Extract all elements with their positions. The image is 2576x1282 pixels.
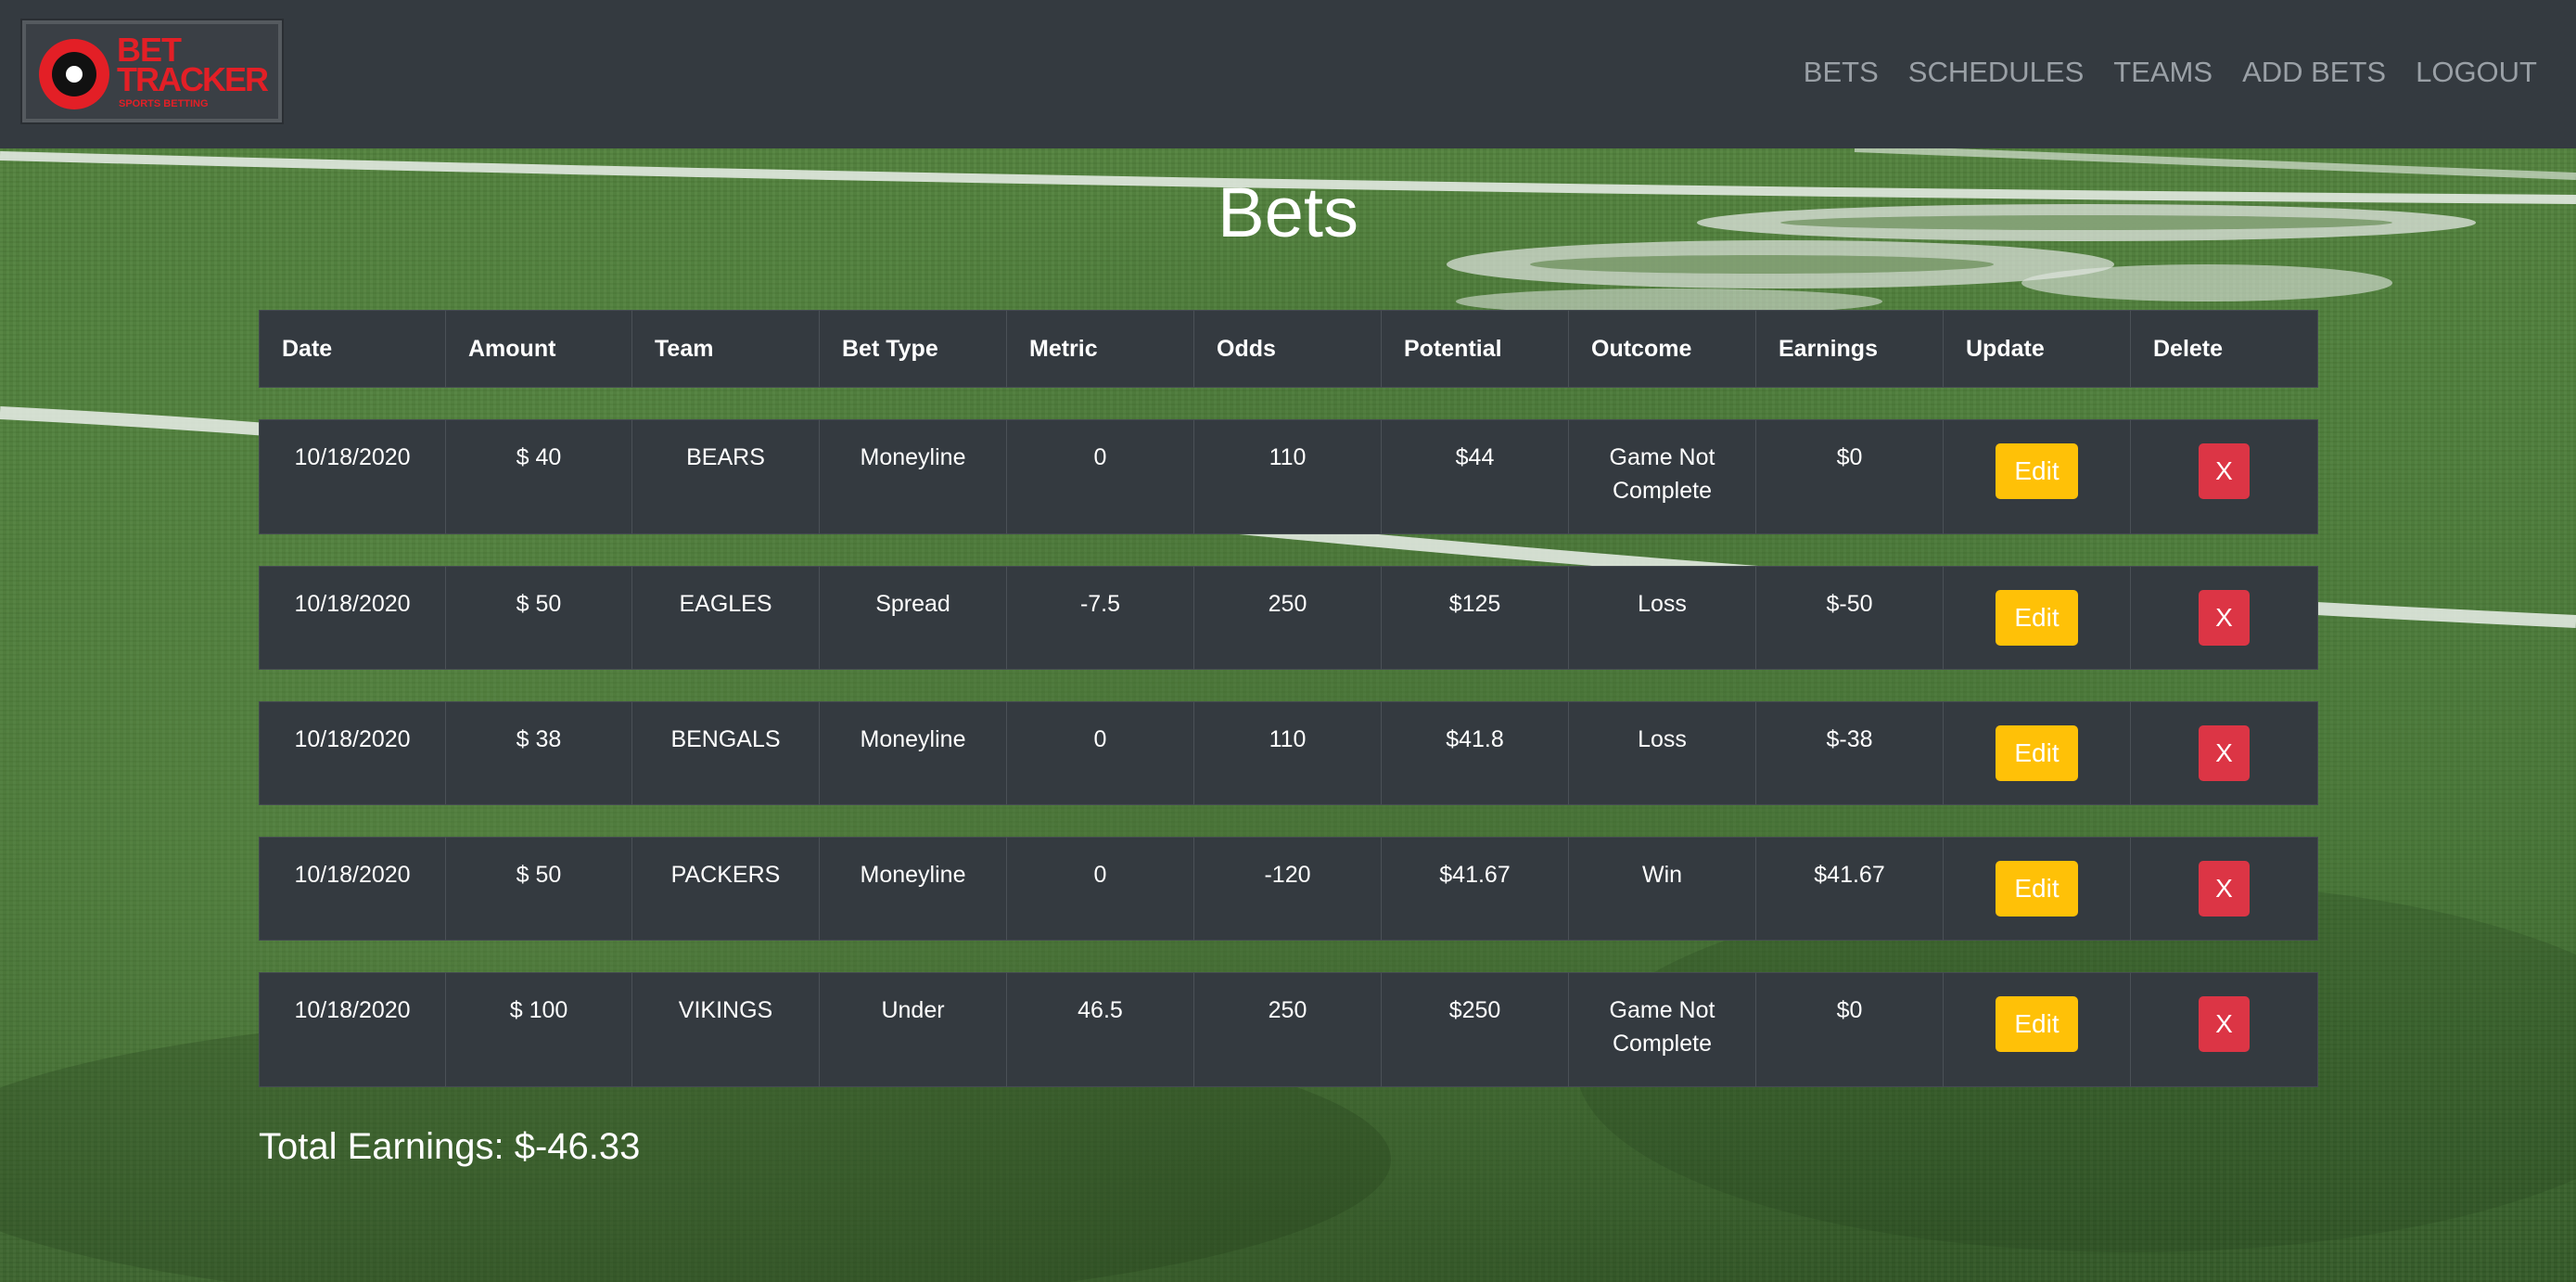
cell-outcome: Loss <box>1568 701 1755 805</box>
cell-amount: $ 50 <box>445 837 631 941</box>
target-icon <box>39 39 109 109</box>
cell-potential: $41.67 <box>1381 837 1568 941</box>
cell-team: EAGLES <box>631 566 819 670</box>
cell-amount: $ 50 <box>445 566 631 670</box>
cell-earnings: $-38 <box>1755 701 1943 805</box>
cell-bet-type: Spread <box>819 566 1006 670</box>
header-date: Date <box>259 310 445 388</box>
header-outcome: Outcome <box>1568 310 1755 388</box>
header-bet-type: Bet Type <box>819 310 1006 388</box>
cell-date: 10/18/2020 <box>259 419 445 534</box>
cell-potential: $125 <box>1381 566 1568 670</box>
cell-bet-type: Under <box>819 972 1006 1087</box>
table-row: 10/18/2020 $ 40 BEARS Moneyline 0 110 $4… <box>259 419 2318 534</box>
cell-odds: 250 <box>1193 566 1381 670</box>
cell-potential: $41.8 <box>1381 701 1568 805</box>
cell-team: PACKERS <box>631 837 819 941</box>
cell-bet-type: Moneyline <box>819 701 1006 805</box>
edit-button[interactable]: Edit <box>1996 725 2078 781</box>
delete-button[interactable]: X <box>2199 725 2250 781</box>
cell-team: BEARS <box>631 419 819 534</box>
total-earnings: Total Earnings: $-46.33 <box>259 1126 641 1167</box>
cell-metric: 0 <box>1006 837 1193 941</box>
cell-update: Edit <box>1943 419 2130 534</box>
cell-earnings: $-50 <box>1755 566 1943 670</box>
cell-date: 10/18/2020 <box>259 837 445 941</box>
cell-date: 10/18/2020 <box>259 566 445 670</box>
cell-delete: X <box>2130 837 2318 941</box>
cell-delete: X <box>2130 566 2318 670</box>
edit-button[interactable]: Edit <box>1996 861 2078 917</box>
cell-potential: $44 <box>1381 419 1568 534</box>
cell-date: 10/18/2020 <box>259 972 445 1087</box>
cell-update: Edit <box>1943 701 2130 805</box>
delete-button[interactable]: X <box>2199 861 2250 917</box>
cell-metric: 0 <box>1006 419 1193 534</box>
cell-metric: 0 <box>1006 701 1193 805</box>
edit-button[interactable]: Edit <box>1996 443 2078 499</box>
cell-earnings: $0 <box>1755 419 1943 534</box>
table-row: 10/18/2020 $ 100 VIKINGS Under 46.5 250 … <box>259 972 2318 1087</box>
cell-outcome: Game Not Complete <box>1568 972 1755 1087</box>
edit-button[interactable]: Edit <box>1996 996 2078 1052</box>
table-row: 10/18/2020 $ 38 BENGALS Moneyline 0 110 … <box>259 701 2318 805</box>
cell-potential: $250 <box>1381 972 1568 1087</box>
header-delete: Delete <box>2130 310 2318 388</box>
cell-delete: X <box>2130 419 2318 534</box>
cell-date: 10/18/2020 <box>259 701 445 805</box>
cell-amount: $ 38 <box>445 701 631 805</box>
bet-tracker-logo[interactable]: BET TRACKER SPORTS BETTING <box>22 20 282 122</box>
top-navbar: BET TRACKER SPORTS BETTING BETS SCHEDULE… <box>0 0 2576 148</box>
nav-add-bets[interactable]: ADD BETS <box>2242 54 2386 91</box>
header-metric: Metric <box>1006 310 1193 388</box>
delete-button[interactable]: X <box>2199 590 2250 646</box>
edit-button[interactable]: Edit <box>1996 590 2078 646</box>
cell-odds: -120 <box>1193 837 1381 941</box>
cell-outcome: Game Not Complete <box>1568 419 1755 534</box>
cell-odds: 110 <box>1193 701 1381 805</box>
cell-earnings: $0 <box>1755 972 1943 1087</box>
nav-links: BETS SCHEDULES TEAMS ADD BETS LOGOUT <box>1804 54 2537 91</box>
cell-bet-type: Moneyline <box>819 419 1006 534</box>
delete-button[interactable]: X <box>2199 996 2250 1052</box>
cell-update: Edit <box>1943 837 2130 941</box>
cell-odds: 250 <box>1193 972 1381 1087</box>
nav-logout[interactable]: LOGOUT <box>2416 54 2537 91</box>
table-header-row: Date Amount Team Bet Type Metric Odds Po… <box>259 310 2318 388</box>
cell-team: VIKINGS <box>631 972 819 1087</box>
page-title: Bets <box>1217 173 1359 252</box>
header-earnings: Earnings <box>1755 310 1943 388</box>
cell-metric: -7.5 <box>1006 566 1193 670</box>
cell-update: Edit <box>1943 972 2130 1087</box>
cell-delete: X <box>2130 701 2318 805</box>
cell-amount: $ 40 <box>445 419 631 534</box>
cell-bet-type: Moneyline <box>819 837 1006 941</box>
delete-button[interactable]: X <box>2199 443 2250 499</box>
cell-amount: $ 100 <box>445 972 631 1087</box>
cell-outcome: Loss <box>1568 566 1755 670</box>
cell-odds: 110 <box>1193 419 1381 534</box>
cell-delete: X <box>2130 972 2318 1087</box>
nav-bets[interactable]: BETS <box>1804 54 1879 91</box>
logo-text-line2: TRACKER <box>117 60 269 98</box>
cell-earnings: $41.67 <box>1755 837 1943 941</box>
header-potential: Potential <box>1381 310 1568 388</box>
bets-table: Date Amount Team Bet Type Metric Odds Po… <box>259 278 2318 1119</box>
header-odds: Odds <box>1193 310 1381 388</box>
cell-outcome: Win <box>1568 837 1755 941</box>
cell-update: Edit <box>1943 566 2130 670</box>
header-update: Update <box>1943 310 2130 388</box>
logo-tagline: SPORTS BETTING <box>119 98 209 109</box>
header-team: Team <box>631 310 819 388</box>
table-row: 10/18/2020 $ 50 PACKERS Moneyline 0 -120… <box>259 837 2318 941</box>
cell-team: BENGALS <box>631 701 819 805</box>
table-row: 10/18/2020 $ 50 EAGLES Spread -7.5 250 $… <box>259 566 2318 670</box>
cell-metric: 46.5 <box>1006 972 1193 1087</box>
header-amount: Amount <box>445 310 631 388</box>
nav-schedules[interactable]: SCHEDULES <box>1908 54 2085 91</box>
nav-teams[interactable]: TEAMS <box>2113 54 2213 91</box>
